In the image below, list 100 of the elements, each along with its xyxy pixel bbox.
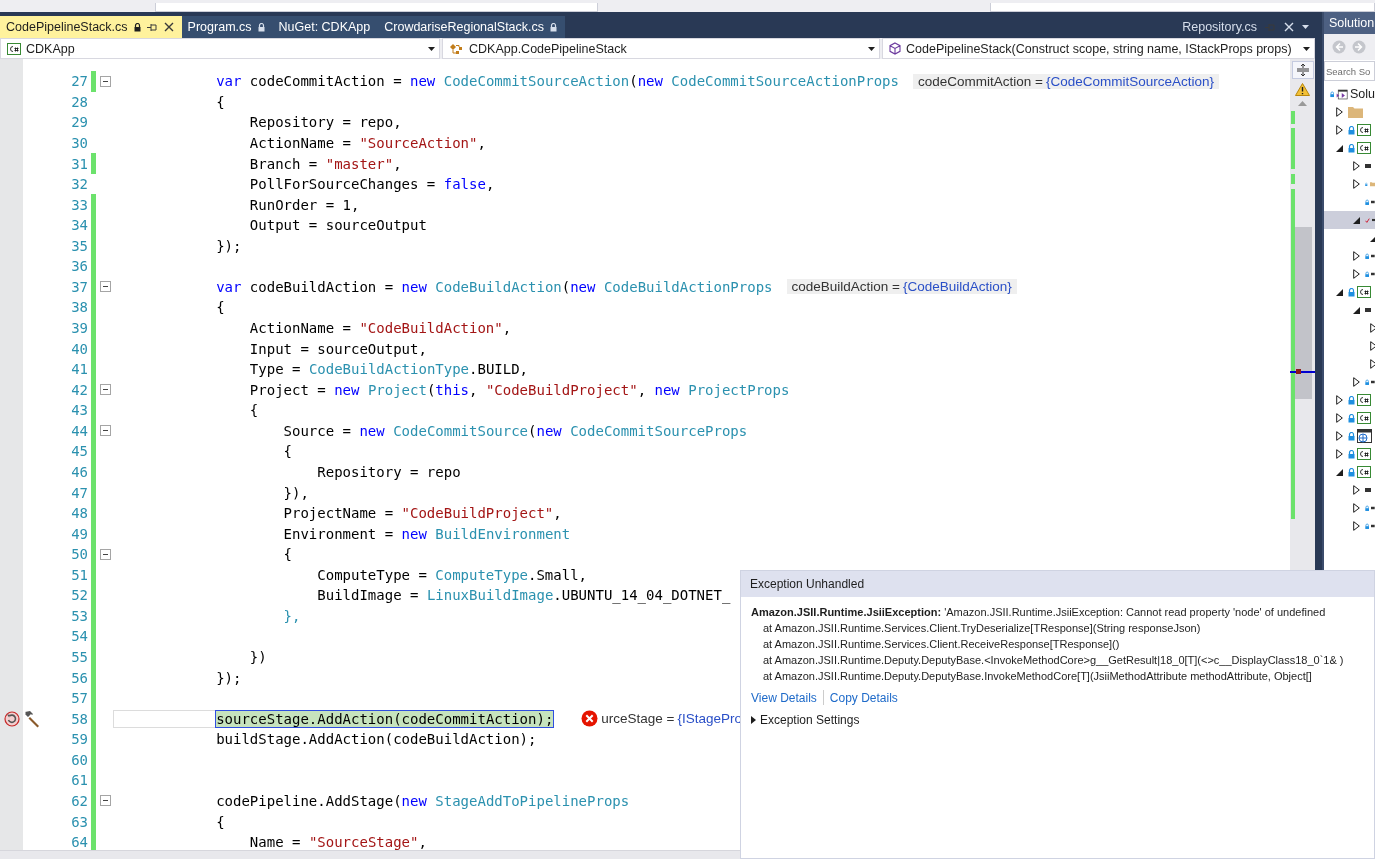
exception-message: Amazon.JSII.Runtime.JsiiException: 'Amazon.JSII.Runtime.JsiiException: Cannot read property 'node' of undefined [751, 605, 1327, 620]
code-line: { [282, 443, 292, 460]
file-icon [1365, 164, 1371, 168]
search-field[interactable]: Search So [1324, 61, 1375, 81]
collapsed-icon[interactable] [1353, 269, 1360, 279]
expanded-icon[interactable] [1353, 216, 1360, 224]
file-icon [1371, 380, 1375, 384]
line-number: 27 [70, 73, 88, 90]
tree-item[interactable]: Solu [1324, 85, 1375, 103]
collapsed-icon[interactable] [1353, 251, 1360, 261]
preview-tab[interactable]: Repository.cs [1176, 16, 1315, 38]
line-number: 43 [70, 402, 88, 419]
project-icon [1357, 394, 1371, 406]
collapsed-icon[interactable] [1353, 179, 1360, 189]
collapse-icon[interactable] [100, 384, 111, 396]
code-line: }); [215, 237, 242, 254]
code-line: { [215, 813, 225, 830]
details-link[interactable]: View Details [751, 690, 817, 705]
line-number: 35 [70, 237, 88, 254]
collapsed-icon[interactable] [1336, 125, 1343, 135]
collapsed-icon[interactable] [1353, 377, 1360, 387]
code-line: Repository = repo [316, 463, 461, 480]
file-icon [1371, 524, 1375, 528]
code-line: ActionName = "SourceAction", [248, 134, 486, 151]
collapsed-icon[interactable] [1353, 161, 1360, 171]
code-line: codePipeline.AddStage(new StageAddToPipelineProps [215, 792, 630, 809]
caret-icon[interactable] [428, 46, 435, 51]
collapsed-icon[interactable] [1370, 341, 1375, 351]
file-icon [1365, 308, 1371, 312]
stack-trace-line: at Amazon.JSII.Runtime.Services.Client.ReceiveResponse[TResponse]() [762, 637, 1121, 652]
caret-icon[interactable] [1303, 46, 1310, 51]
code-line: Project = new Project(this, "CodeBuildProject", new ProjectProps [248, 381, 790, 398]
class-icon [449, 42, 464, 55]
stack-trace-line: at Amazon.JSII.Runtime.Deputy.DeputyBase.<InvokeMethodCore>g__GetResult|18_0[T](<>c__DisplayClass18_0`1& ) [762, 653, 1345, 668]
expanded-icon[interactable] [1336, 288, 1343, 296]
line-number: 58 [70, 710, 88, 727]
collapsed-icon[interactable] [1353, 503, 1360, 513]
navigation-dropdown[interactable]: CodePipelineStack(Construct scope, string name, IStackProps props) [882, 38, 1315, 59]
project-icon [1357, 124, 1371, 136]
collapsed-icon[interactable] [1336, 107, 1343, 117]
code-line: }); [215, 669, 242, 686]
tab[interactable]: NuGet: CDKApp [272, 16, 379, 38]
change-marker [1291, 128, 1295, 169]
line-number: 49 [70, 525, 88, 542]
folder-icon [1348, 106, 1363, 118]
code-line: var codeBuildAction = new CodeBuildAction(new CodeBuildActionProps [215, 278, 773, 295]
line-number: 37 [70, 278, 88, 295]
code-line: { [248, 402, 259, 419]
collapse-icon[interactable] [100, 795, 111, 807]
file-icon [1371, 272, 1375, 276]
expanded-icon[interactable] [1353, 306, 1360, 314]
file-icon [1371, 506, 1375, 510]
expanded-icon[interactable] [1336, 144, 1343, 152]
collapse-icon[interactable] [100, 281, 111, 293]
project-icon [1357, 466, 1371, 478]
collapsed-icon[interactable] [1336, 431, 1343, 441]
warning-icon [1295, 83, 1310, 96]
pin-icon[interactable] [146, 22, 158, 32]
tab[interactable]: CodePipelineStack.cs [0, 16, 182, 38]
project-icon [1357, 448, 1371, 460]
close-icon[interactable] [163, 22, 174, 32]
line-number: 64 [70, 834, 88, 850]
tree-item[interactable] [1324, 211, 1375, 229]
file-icon [1365, 488, 1371, 492]
line-number: 45 [70, 443, 88, 460]
collapsed-icon[interactable] [1336, 449, 1343, 459]
expanded-icon[interactable] [1336, 468, 1343, 476]
tab[interactable]: Program.cs [181, 16, 273, 38]
caret-icon[interactable] [868, 46, 875, 51]
collapse-icon[interactable] [100, 75, 111, 87]
line-number: 53 [70, 607, 88, 624]
project-icon [1357, 412, 1371, 424]
tab[interactable]: CrowdariseRegionalStack.cs [378, 16, 566, 38]
project-icon [7, 42, 21, 55]
collapsed-icon[interactable] [1353, 485, 1360, 495]
file-icon [1371, 200, 1375, 204]
code-line: RunOrder = 1, [248, 196, 360, 213]
collapsed-icon[interactable] [1336, 413, 1343, 423]
project-icon [1357, 142, 1371, 154]
exception-settings-toggle[interactable]: Exception Settings [751, 713, 1374, 727]
collapsed-icon[interactable] [1353, 521, 1360, 531]
stack-trace-line: at Amazon.JSII.Runtime.Deputy.DeputyBase.InvokeMethodCore[T](JsiiMethodAttribute methodAttribute, Object[] [762, 669, 1313, 684]
restart-icon [4, 710, 20, 727]
line-number: 31 [70, 155, 88, 172]
line-number: 52 [70, 587, 88, 604]
split-icon[interactable] [1291, 61, 1314, 79]
collapse-icon[interactable] [100, 425, 111, 437]
caret-icon[interactable] [1302, 25, 1309, 29]
change-marker [1291, 174, 1295, 184]
change-marker [1291, 111, 1295, 124]
collapsed-icon[interactable] [1370, 359, 1375, 369]
collapsed-icon[interactable] [1370, 323, 1375, 333]
collapsed-icon[interactable] [1336, 395, 1343, 405]
navigation-dropdown[interactable]: CDKApp.CodePipelineStack [442, 38, 880, 59]
cube-icon [889, 42, 901, 55]
collapse-icon[interactable] [100, 548, 111, 560]
line-number: 54 [70, 628, 88, 645]
navigation-dropdown[interactable]: CDKApp [0, 38, 440, 59]
details-link[interactable]: Copy Details [829, 690, 898, 705]
code-line: ComputeType = ComputeType.Small, [316, 566, 588, 583]
